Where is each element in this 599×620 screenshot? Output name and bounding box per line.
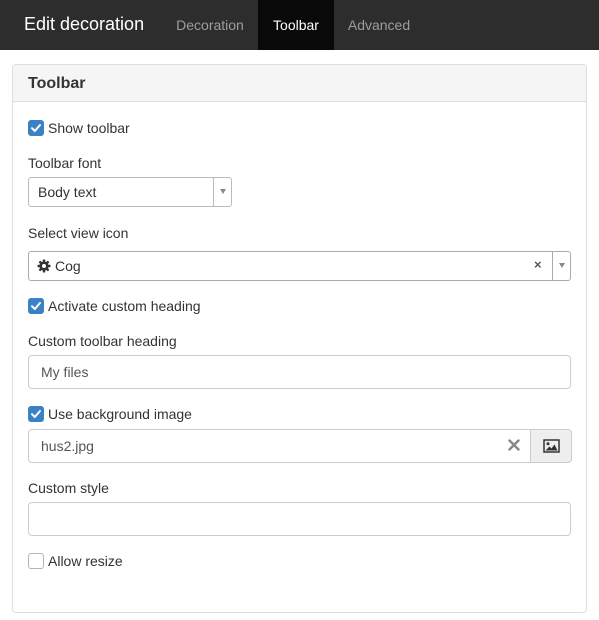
custom-heading-label: Custom toolbar heading <box>28 333 177 349</box>
tab-toolbar[interactable]: Toolbar <box>258 0 334 50</box>
allow-resize-label: Allow resize <box>48 553 123 569</box>
background-image-checkbox[interactable] <box>28 406 44 422</box>
top-navbar: Edit decoration Decoration Toolbar Advan… <box>0 0 599 50</box>
custom-heading-toggle-label: Activate custom heading <box>48 298 201 314</box>
clear-selection-icon[interactable]: × <box>534 257 542 272</box>
image-icon <box>543 439 560 453</box>
custom-style-label: Custom style <box>28 480 109 496</box>
custom-heading-checkbox[interactable] <box>28 298 44 314</box>
custom-heading-value: My files <box>41 364 89 380</box>
tab-advanced[interactable]: Advanced <box>334 0 424 50</box>
checkmark-icon <box>31 410 41 418</box>
custom-heading-input[interactable]: My files <box>28 355 571 389</box>
background-image-input[interactable]: hus2.jpg <box>28 429 572 463</box>
toolbar-font-select[interactable]: Body text <box>28 177 232 207</box>
toolbar-font-value: Body text <box>38 184 97 200</box>
panel-heading: Toolbar <box>13 65 586 102</box>
view-icon-select[interactable]: Cog × <box>28 251 571 281</box>
custom-style-input[interactable] <box>28 502 571 536</box>
show-toolbar-label: Show toolbar <box>48 120 130 136</box>
toolbar-font-label: Toolbar font <box>28 155 102 171</box>
select-divider <box>552 252 553 280</box>
checkmark-icon <box>31 302 41 310</box>
panel-title: Toolbar <box>28 75 86 92</box>
allow-resize-checkbox[interactable] <box>28 553 44 569</box>
tab-decoration[interactable]: Decoration <box>162 0 258 50</box>
cog-icon <box>37 259 51 273</box>
browse-image-button[interactable] <box>530 429 572 463</box>
app-title: Edit decoration <box>24 14 145 34</box>
background-image-toggle-label: Use background image <box>48 406 192 422</box>
caret-down-icon <box>559 263 565 268</box>
clear-icon[interactable] <box>507 438 521 452</box>
view-icon-value: Cog <box>55 258 81 274</box>
background-image-value: hus2.jpg <box>41 438 94 454</box>
view-icon-label: Select view icon <box>28 225 129 241</box>
show-toolbar-checkbox[interactable] <box>28 120 44 136</box>
caret-down-icon <box>220 189 226 194</box>
select-divider <box>213 178 214 206</box>
checkmark-icon <box>31 124 41 132</box>
